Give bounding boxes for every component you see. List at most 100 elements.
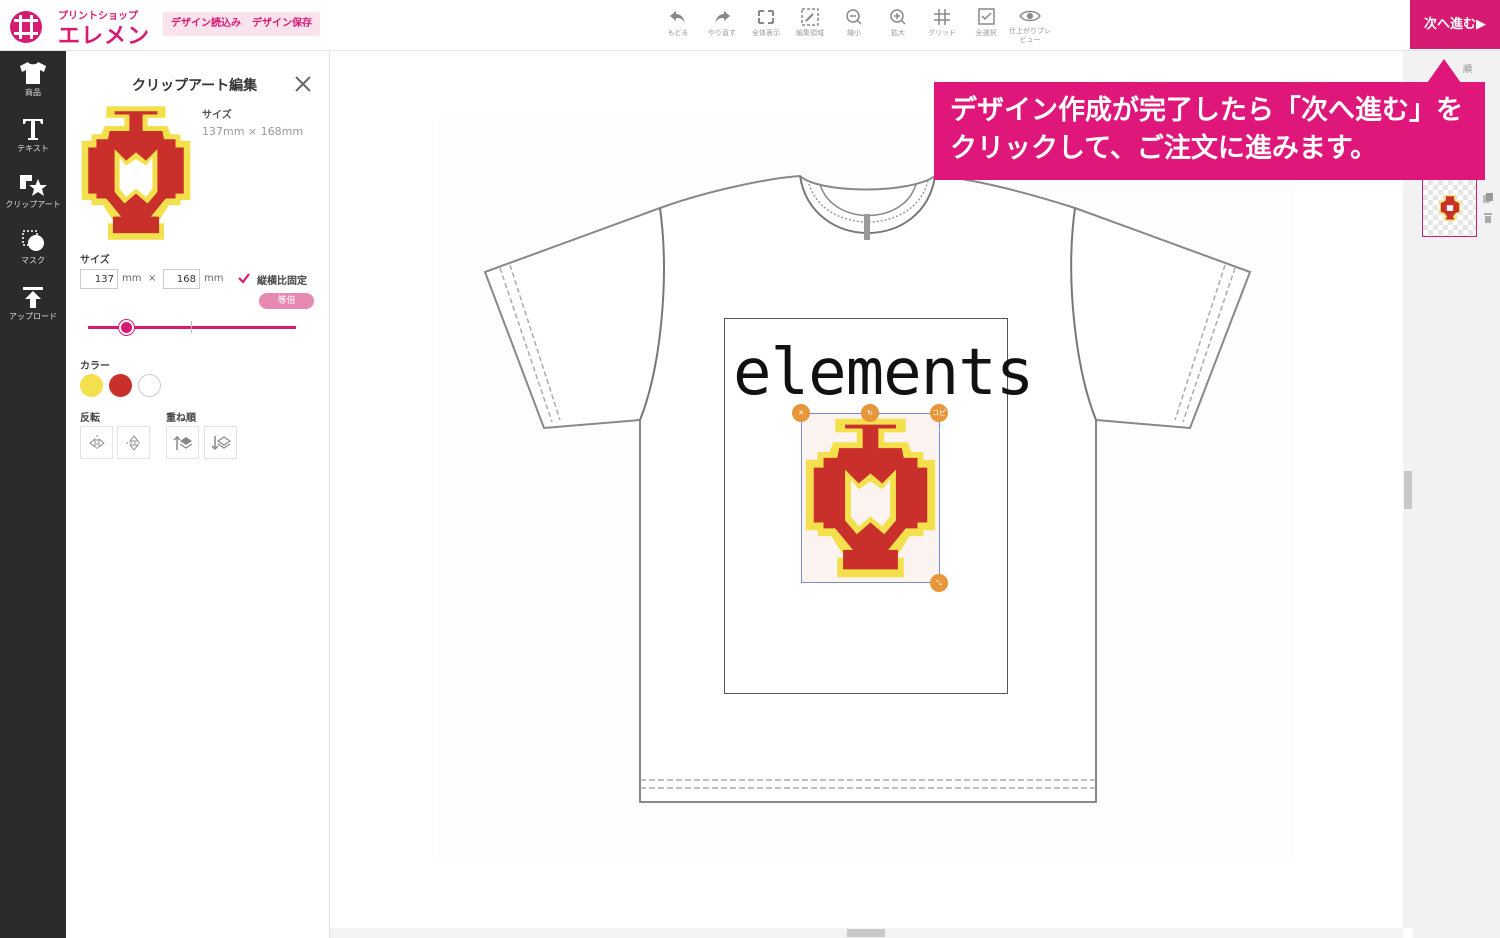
delete-handle-icon[interactable]: ✕ xyxy=(792,404,810,422)
reset-scale-button[interactable]: 等倍 xyxy=(259,293,314,309)
width-unit: mm xyxy=(122,273,142,284)
sidebar-label-clipart: クリップアート xyxy=(5,200,61,209)
sidebar-label-upload: アップロード xyxy=(9,312,57,321)
sidebar-item-mask[interactable]: マスク xyxy=(0,229,66,279)
flip-section-label: 反転 xyxy=(80,413,100,424)
design-text-element[interactable]: elements xyxy=(733,334,1034,412)
select-all-label: 全選択 xyxy=(975,29,997,37)
zoom-in-button[interactable]: 拡大 xyxy=(876,8,920,48)
checkmark-icon[interactable] xyxy=(237,271,251,285)
sidebar-label-product: 商品 xyxy=(25,88,41,97)
load-design-button[interactable]: デザイン読込み xyxy=(163,12,249,36)
text-icon xyxy=(23,119,43,140)
send-backward-icon xyxy=(210,436,231,451)
edit-area-icon xyxy=(801,8,819,26)
rotate-handle-icon[interactable]: ↻ xyxy=(861,404,879,422)
edit-area-label: 編集領域 xyxy=(796,29,824,37)
upload-icon xyxy=(23,287,43,308)
clipart-edit-panel: クリップアート編集 サイズ 137mm × 168mm サイズ mm × mm … xyxy=(66,51,330,938)
undo-icon xyxy=(670,11,685,23)
top-bar: プリントショップ エレメンツ デザイン読込み デザイン保存 もどる やり直す 全… xyxy=(0,0,1500,81)
select-all-button[interactable]: 全選択 xyxy=(964,8,1008,48)
sidebar-item-text[interactable]: テキスト xyxy=(0,117,66,167)
bring-forward-button[interactable] xyxy=(166,426,199,459)
zoom-in-label: 拡大 xyxy=(891,29,905,37)
close-icon[interactable] xyxy=(292,73,314,95)
callout-arrow xyxy=(1427,59,1461,83)
layer-clipart-icon xyxy=(1439,195,1461,221)
mask-icon xyxy=(22,230,44,251)
edit-area-button[interactable]: 編集領域 xyxy=(788,8,832,48)
preview-button[interactable]: 仕上がりプレビュー xyxy=(1008,8,1052,48)
lock-ratio-label: 縦横比固定 xyxy=(257,276,307,287)
grid-button[interactable]: グリッド xyxy=(920,8,964,48)
copy-handle[interactable]: コピー xyxy=(930,404,948,435)
width-input[interactable] xyxy=(80,269,118,289)
flip-vertical-icon xyxy=(125,435,142,451)
fit-screen-label: 全体表示 xyxy=(752,29,780,37)
size-value: 137mm × 168mm xyxy=(202,125,304,138)
toolbar: もどる やり直す 全体表示 編集領域 縮小 拡大 グリッド 全選択 仕上がりプレ… xyxy=(656,8,1052,48)
left-sidebar: 商品 テキスト クリップアート マスク アップロード xyxy=(0,51,66,938)
layer-thumbnail-clipart[interactable] xyxy=(1422,179,1477,237)
save-design-button[interactable]: デザイン保存 xyxy=(244,12,320,36)
preview-label: 仕上がりプレビュー xyxy=(1009,27,1051,44)
eye-icon xyxy=(1019,10,1041,22)
instruction-callout: デザイン作成が完了したら「次へ進む」を クリックして、ご注文に進みます。 xyxy=(934,82,1485,180)
color-section-label: カラー xyxy=(80,361,110,372)
callout-text: デザイン作成が完了したら「次へ進む」を クリックして、ご注文に進みます。 xyxy=(950,92,1480,168)
redo-icon xyxy=(715,11,730,23)
select-all-icon xyxy=(978,8,995,25)
clipart-emblem xyxy=(805,418,936,578)
zoom-in-icon xyxy=(890,9,906,25)
redo-button[interactable]: やり直す xyxy=(700,8,744,48)
color-swatch-yellow[interactable] xyxy=(80,374,103,397)
shop-logo[interactable]: プリントショップ エレメンツ xyxy=(6,4,156,81)
sidebar-item-upload[interactable]: アップロード xyxy=(0,285,66,335)
horizontal-scroll-thumb[interactable] xyxy=(847,929,885,937)
redo-label: やり直す xyxy=(708,29,736,37)
logo-mark-icon xyxy=(10,11,42,43)
flip-horizontal-icon xyxy=(88,435,105,451)
times-symbol: × xyxy=(148,273,157,284)
callout-line-2: クリックして、ご注文に進みます。 xyxy=(950,133,1378,164)
scale-slider-center-tick xyxy=(191,321,192,333)
undo-button[interactable]: もどる xyxy=(656,8,700,48)
height-unit: mm xyxy=(204,273,224,284)
bring-forward-icon xyxy=(172,435,192,450)
fit-screen-icon xyxy=(758,10,774,24)
layer-order-label: 順 xyxy=(1463,65,1473,75)
order-section-label: 重ね順 xyxy=(166,413,196,424)
sidebar-item-product[interactable]: 商品 xyxy=(0,61,66,111)
callout-line-1: デザイン作成が完了したら「次へ進む」を xyxy=(950,95,1463,126)
color-swatch-white[interactable] xyxy=(138,374,161,397)
layers-panel: 順 xyxy=(1413,51,1500,938)
grid-label: グリッド xyxy=(928,29,956,37)
duplicate-layer-icon[interactable] xyxy=(1483,193,1493,203)
vertical-scroll-thumb[interactable] xyxy=(1404,471,1412,509)
fit-screen-button[interactable]: 全体表示 xyxy=(744,8,788,48)
selected-clipart[interactable] xyxy=(801,413,940,583)
sidebar-label-mask: マスク xyxy=(21,256,45,265)
resize-handle-icon[interactable]: ⤡ xyxy=(930,574,948,592)
horizontal-scrollbar[interactable] xyxy=(330,928,1403,938)
delete-layer-icon[interactable] xyxy=(1483,213,1493,223)
next-step-button[interactable]: 次へ進む▶ xyxy=(1410,0,1500,49)
clipart-icon xyxy=(20,175,47,196)
vertical-scrollbar[interactable] xyxy=(1403,51,1413,928)
flip-horizontal-button[interactable] xyxy=(80,426,113,459)
panel-title: クリップアート編集 xyxy=(132,78,258,94)
color-swatch-red[interactable] xyxy=(109,374,132,397)
height-input[interactable] xyxy=(163,269,200,289)
tshirt-icon xyxy=(20,62,46,84)
grid-icon xyxy=(934,9,950,25)
scale-slider-handle[interactable] xyxy=(119,320,134,335)
zoom-out-icon xyxy=(846,9,862,25)
flip-vertical-button[interactable] xyxy=(117,426,150,459)
sidebar-label-text: テキスト xyxy=(17,144,49,153)
send-backward-button[interactable] xyxy=(204,426,237,459)
clipart-thumbnail xyxy=(81,106,191,240)
sidebar-item-clipart[interactable]: クリップアート xyxy=(0,173,66,223)
zoom-out-button[interactable]: 縮小 xyxy=(832,8,876,48)
size-label: サイズ xyxy=(202,110,232,121)
